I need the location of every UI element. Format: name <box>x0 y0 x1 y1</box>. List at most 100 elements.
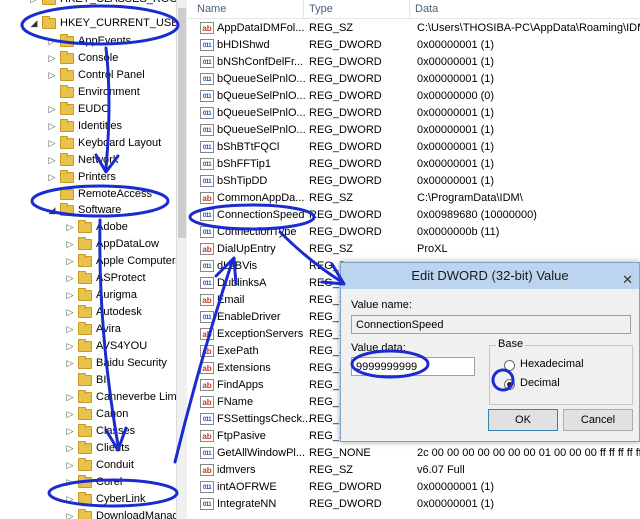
value-row[interactable]: 011 bQueueSelPnlO... REG_DWORD 0x00000001 (… <box>187 71 640 88</box>
tree-node[interactable]: ▷ Clients <box>0 440 176 457</box>
collapsed-arrow-icon[interactable]: ▷ <box>48 169 56 186</box>
value-row[interactable]: 011 bShBTtFQCl REG_DWORD 0x00000001 (1) <box>187 139 640 156</box>
collapsed-arrow-icon[interactable]: ▷ <box>48 50 56 67</box>
tree-node-label[interactable]: Control Panel <box>78 67 145 84</box>
tree-node-label[interactable]: Avira <box>96 321 121 338</box>
decimal-radio[interactable] <box>504 379 515 390</box>
tree-node-label[interactable]: DownloadManager <box>96 508 176 519</box>
tree-node[interactable]: ▷ AVS4YOU <box>0 338 176 355</box>
tree-scrollbar[interactable] <box>176 0 187 519</box>
tree-node[interactable]: ▷ Conduit <box>0 457 176 474</box>
tree-node-label[interactable]: Canon <box>96 406 128 423</box>
tree-node[interactable]: BI <box>0 372 176 389</box>
collapsed-arrow-icon[interactable]: ▷ <box>66 457 74 474</box>
hexadecimal-radio[interactable] <box>504 360 515 371</box>
tree-node[interactable]: ▷ Classes <box>0 423 176 440</box>
value-row[interactable]: 011 GetAllWindowPl... REG_NONE 2c 00 00 00 … <box>187 445 640 462</box>
tree-node-label[interactable]: Autodesk <box>96 304 142 321</box>
value-row[interactable]: 011 bQueueSelPnlO... REG_DWORD 0x00000001 (… <box>187 122 640 139</box>
value-row[interactable]: 011 ConnectionType REG_DWORD 0x0000000b (11… <box>187 224 640 241</box>
tree-node-label[interactable]: Aurigma <box>96 287 137 304</box>
value-name-field[interactable]: ConnectionSpeed <box>351 315 631 334</box>
tree-node[interactable]: ▷ EUDC <box>0 101 176 118</box>
value-row[interactable]: 011 bNShConfDelFr... REG_DWORD 0x00000001 (… <box>187 54 640 71</box>
value-data-input[interactable]: 9999999999 <box>351 357 475 376</box>
expanded-arrow-icon[interactable]: ◢ <box>30 15 38 32</box>
tree-node-label[interactable]: Console <box>78 50 118 67</box>
collapsed-arrow-icon[interactable]: ▷ <box>66 236 74 253</box>
registry-tree[interactable]: ▷HKEY_CLASSES_ROOT◢HKEY_CURRENT_USER▷App… <box>0 0 177 519</box>
collapsed-arrow-icon[interactable]: ▷ <box>66 440 74 457</box>
tree-node-label[interactable]: Identities <box>78 118 122 135</box>
tree-node-label[interactable]: BI <box>96 372 106 389</box>
tree-node-label[interactable]: Canneverbe Limite <box>96 389 176 406</box>
collapsed-arrow-icon[interactable]: ▷ <box>66 287 74 304</box>
value-row[interactable]: 011 bQueueSelPnlO... REG_DWORD 0x00000001 (… <box>187 105 640 122</box>
tree-node-label[interactable]: Keyboard Layout <box>78 135 161 152</box>
tree-node[interactable]: ▷ Corel <box>0 474 176 491</box>
collapsed-arrow-icon[interactable]: ▷ <box>66 423 74 440</box>
tree-node-label[interactable]: Conduit <box>96 457 134 474</box>
tree-node[interactable]: ▷ Autodesk <box>0 304 176 321</box>
collapsed-arrow-icon[interactable]: ▷ <box>48 152 56 169</box>
collapsed-arrow-icon[interactable]: ▷ <box>66 491 74 508</box>
value-row[interactable]: 011 intAOFRWE REG_DWORD 0x00000001 (1) <box>187 479 640 496</box>
collapsed-arrow-icon[interactable]: ▷ <box>66 270 74 287</box>
collapsed-arrow-icon[interactable]: ▷ <box>30 0 38 8</box>
value-row[interactable]: ab idmvers REG_SZ v6.07 Full <box>187 462 640 479</box>
tree-node-label[interactable]: Baidu Security <box>96 355 167 372</box>
collapsed-arrow-icon[interactable]: ▷ <box>66 355 74 372</box>
tree-node-label[interactable]: Apple Computer, <box>96 253 176 270</box>
collapsed-arrow-icon[interactable]: ▷ <box>66 474 74 491</box>
tree-node-label[interactable]: Environment <box>78 84 140 101</box>
collapsed-arrow-icon[interactable]: ▷ <box>66 304 74 321</box>
column-header-data[interactable]: Data <box>409 0 438 18</box>
tree-node-label[interactable]: ASProtect <box>96 270 146 287</box>
value-row[interactable]: 011 IntegrateNN REG_DWORD 0x00000001 (1) <box>187 496 640 513</box>
tree-node[interactable]: ▷ DownloadManager <box>0 508 176 519</box>
tree-node[interactable]: ▷ AppDataLow <box>0 236 176 253</box>
ok-button[interactable]: OK <box>488 409 558 431</box>
tree-node-label[interactable]: HKEY_CURRENT_USER <box>60 15 176 32</box>
tree-node-label[interactable]: Corel <box>96 474 122 491</box>
tree-node[interactable]: ▷ Avira <box>0 321 176 338</box>
hexadecimal-label[interactable]: Hexadecimal <box>520 358 584 370</box>
tree-node[interactable]: ▷ Apple Computer, <box>0 253 176 270</box>
tree-node[interactable]: ▷ Network <box>0 152 176 169</box>
tree-node[interactable]: ▷ Baidu Security <box>0 355 176 372</box>
expanded-arrow-icon[interactable]: ◢ <box>48 202 56 219</box>
tree-node-label[interactable]: RemoteAccess <box>78 186 152 203</box>
collapsed-arrow-icon[interactable]: ▷ <box>66 508 74 519</box>
tree-node-label[interactable]: CyberLink <box>96 491 146 508</box>
decimal-label[interactable]: Decimal <box>520 377 560 389</box>
value-row[interactable]: ab DialUpEntry REG_SZ ProXL <box>187 241 640 258</box>
collapsed-arrow-icon[interactable]: ▷ <box>48 118 56 135</box>
tree-node[interactable]: Environment <box>0 84 176 101</box>
tree-node[interactable]: ◢ Software <box>0 202 176 219</box>
tree-node[interactable]: RemoteAccess <box>0 186 176 203</box>
collapsed-arrow-icon[interactable]: ▷ <box>66 219 74 236</box>
collapsed-arrow-icon[interactable]: ▷ <box>48 101 56 118</box>
tree-node[interactable]: ▷ HKEY_CLASSES_ROOT <box>0 0 176 8</box>
tree-node-label[interactable]: Clients <box>96 440 130 457</box>
column-header-name[interactable]: Name <box>191 0 226 18</box>
tree-node-label[interactable]: Printers <box>78 169 116 186</box>
tree-node[interactable]: ▷ Aurigma <box>0 287 176 304</box>
value-row[interactable]: 011 bShFFTip1 REG_DWORD 0x00000001 (1) <box>187 156 640 173</box>
tree-node-label[interactable]: Software <box>78 202 121 219</box>
tree-node[interactable]: ▷ CyberLink <box>0 491 176 508</box>
tree-node-label[interactable]: Network <box>78 152 118 169</box>
tree-node-label[interactable]: AppEvents <box>78 33 131 50</box>
tree-node-label[interactable]: EUDC <box>78 101 109 118</box>
tree-node[interactable]: ◢ HKEY_CURRENT_USER <box>0 15 176 32</box>
collapsed-arrow-icon[interactable]: ▷ <box>66 321 74 338</box>
collapsed-arrow-icon[interactable]: ▷ <box>66 406 74 423</box>
value-row[interactable]: 011 bShTipDD REG_DWORD 0x00000001 (1) <box>187 173 640 190</box>
collapsed-arrow-icon[interactable]: ▷ <box>48 33 56 50</box>
tree-node[interactable]: ▷ Identities <box>0 118 176 135</box>
tree-node[interactable]: ▷ Console <box>0 50 176 67</box>
value-row[interactable]: 011 bHDIShwd REG_DWORD 0x00000001 (1) <box>187 37 640 54</box>
collapsed-arrow-icon[interactable]: ▷ <box>66 253 74 270</box>
collapsed-arrow-icon[interactable]: ▷ <box>66 389 74 406</box>
value-row[interactable]: ab CommonAppDa... REG_SZ C:\ProgramData\IDM… <box>187 190 640 207</box>
